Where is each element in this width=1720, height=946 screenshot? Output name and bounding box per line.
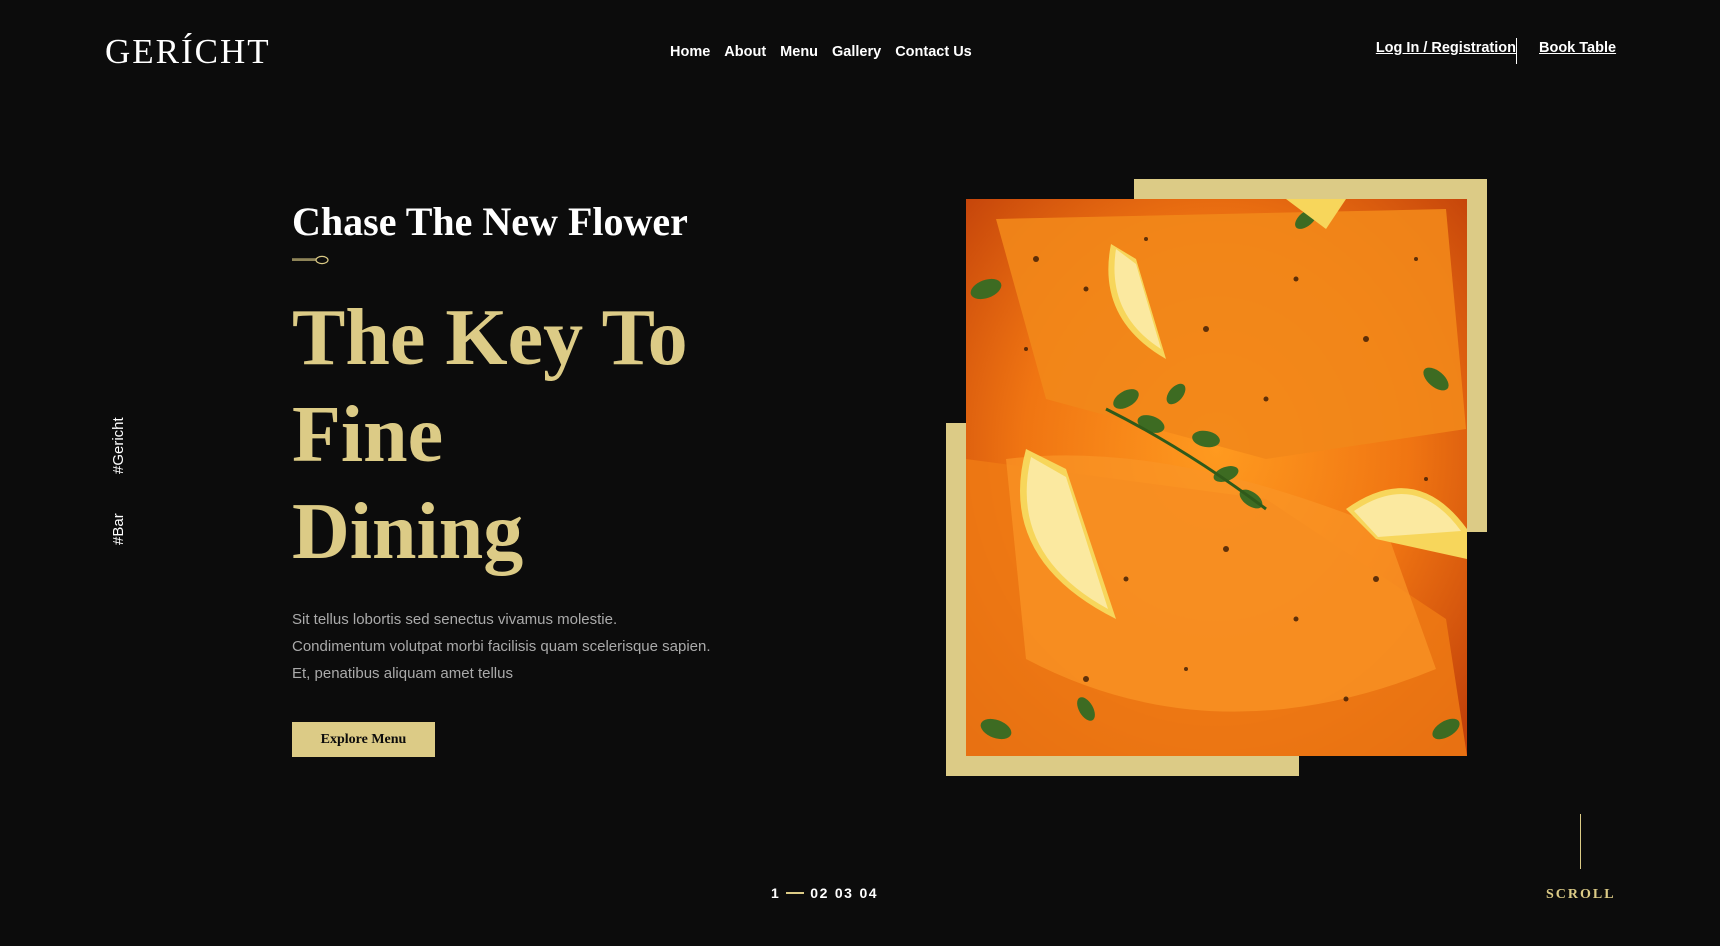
hero-description: Sit tellus lobortis sed senectus vivamus… [292, 606, 711, 687]
nav-menu[interactable]: Menu [780, 42, 818, 62]
hero-food-image [966, 199, 1467, 756]
book-table-link[interactable]: Book Table [1539, 38, 1616, 58]
scroll-indicator[interactable]: SCROLL [1546, 886, 1616, 904]
description-line-1: Sit tellus lobortis sed senectus vivamus… [292, 611, 618, 628]
nav-contact-us[interactable]: Contact Us [895, 42, 972, 62]
page-02[interactable]: 02 [810, 884, 829, 902]
logo[interactable]: GERÍCHT [105, 30, 271, 74]
headline-line-2: Fine [292, 391, 444, 479]
side-tag-bar[interactable]: #Bar [110, 513, 128, 545]
headline-line-3: Dining [292, 488, 524, 576]
slide-pagination: 1 02 03 04 [771, 884, 884, 902]
nav-about[interactable]: About [724, 42, 766, 62]
description-line-2: Condimentum volutpat morbi facilisis qua… [292, 638, 711, 655]
page-04[interactable]: 04 [859, 884, 878, 902]
main-nav: Home About Menu Gallery Contact Us [670, 42, 986, 62]
headline-line-1: The Key To [292, 294, 688, 382]
nav-home[interactable]: Home [670, 42, 710, 62]
side-tag-gericht[interactable]: #Gericht [110, 417, 128, 474]
spoon-icon [292, 255, 329, 265]
hero-subtitle: Chase The New Flower [292, 199, 688, 244]
page-03[interactable]: 03 [835, 884, 854, 902]
login-registration-link[interactable]: Log In / Registration [1376, 38, 1516, 58]
nav-gallery[interactable]: Gallery [832, 42, 881, 62]
explore-menu-button[interactable]: Explore Menu [292, 722, 435, 757]
nav-divider [1516, 38, 1517, 64]
hero-headline: The Key To Fine Dining [292, 290, 688, 581]
page-dash [786, 892, 805, 894]
description-line-3: Et, penatibus aliquam amet tellus [292, 665, 513, 682]
page-current[interactable]: 1 [771, 884, 780, 902]
scroll-line [1580, 814, 1581, 869]
